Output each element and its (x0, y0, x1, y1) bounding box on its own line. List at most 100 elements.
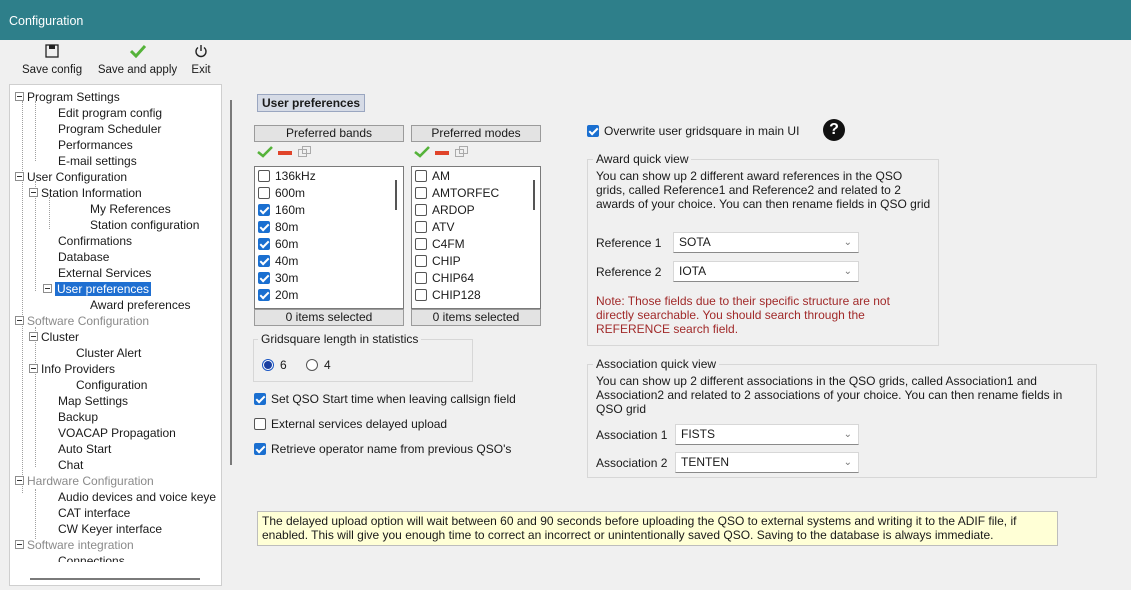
checkbox[interactable] (415, 186, 427, 199)
tree-item-connections[interactable]: Connections (58, 553, 125, 562)
checkbox[interactable] (587, 124, 599, 137)
band-item[interactable]: 40m (258, 253, 298, 269)
tree-item-cat-interface[interactable]: CAT interface (58, 505, 130, 521)
association-2-select[interactable]: TENTEN ⌄ (675, 452, 859, 473)
association-group-label: Association quick view (593, 357, 720, 371)
overwrite-grid-checkbox[interactable]: Overwrite user gridsquare in main UI (587, 123, 799, 139)
tree-item-software-integration[interactable]: Software integration (15, 537, 134, 553)
checkbox[interactable] (258, 186, 270, 199)
chevron-down-icon: ⌄ (843, 457, 852, 468)
floppy-icon (22, 44, 82, 64)
checkbox[interactable] (258, 288, 270, 301)
save-config-button[interactable]: Save config (22, 44, 82, 80)
tree-horizontal-scrollbar[interactable] (30, 578, 200, 580)
settings-tree[interactable]: Program Settings Edit program config Pro… (9, 84, 222, 586)
tree-item-hardware-configuration[interactable]: Hardware Configuration (15, 473, 154, 489)
collapse-icon (15, 316, 24, 326)
deselect-all-icon[interactable] (435, 151, 449, 155)
external-delayed-checkbox[interactable]: External services delayed upload (254, 416, 447, 432)
checkbox[interactable] (258, 169, 270, 182)
band-item[interactable]: 160m (258, 202, 305, 218)
tree-item-voacap-propagation[interactable]: VOACAP Propagation (58, 425, 176, 441)
band-item[interactable]: 60m (258, 236, 298, 252)
radio-button[interactable] (306, 358, 318, 371)
tree-item-edit-program-config[interactable]: Edit program config (58, 105, 162, 121)
checkbox[interactable] (415, 288, 427, 301)
mode-item[interactable]: CHIP64 (415, 270, 474, 286)
set-qso-start-checkbox[interactable]: Set QSO Start time when leaving callsign… (254, 391, 516, 407)
mode-item[interactable]: CHIP (415, 253, 461, 269)
checkbox[interactable] (415, 169, 427, 182)
tree-item-audio-devices[interactable]: Audio devices and voice keye (58, 489, 216, 505)
bands-scrollbar[interactable] (395, 180, 397, 210)
tree-item-configuration[interactable]: Configuration (76, 377, 147, 393)
tree-item-my-references[interactable]: My References (90, 201, 171, 217)
gridsquare-option-6[interactable]: 6 (262, 357, 287, 373)
radio-button[interactable] (262, 358, 274, 371)
tree-item-database[interactable]: Database (58, 249, 109, 265)
bands-list[interactable]: 136kHz 600m 160m 80m 60m 40m 30m 20m (254, 166, 404, 309)
tree-item-user-preferences[interactable]: User preferences (43, 281, 152, 297)
checkbox[interactable] (258, 237, 270, 250)
checkbox[interactable] (258, 254, 270, 267)
association-1-select[interactable]: FISTS ⌄ (675, 424, 859, 445)
tree-item-program-scheduler[interactable]: Program Scheduler (58, 121, 161, 137)
checkbox[interactable] (415, 220, 427, 233)
checkbox[interactable] (415, 254, 427, 267)
band-item[interactable]: 20m (258, 287, 298, 303)
mode-item[interactable]: CHIP128 (415, 287, 481, 303)
mode-item[interactable]: AM (415, 168, 450, 184)
collapse-icon (29, 188, 38, 198)
checkbox[interactable] (254, 417, 266, 430)
gridsquare-option-4[interactable]: 4 (306, 357, 331, 373)
help-icon[interactable]: ? (823, 119, 845, 141)
reference-2-select[interactable]: IOTA ⌄ (673, 261, 859, 282)
tree-vertical-scrollbar[interactable] (230, 100, 232, 465)
checkbox[interactable] (258, 203, 270, 216)
mode-item[interactable]: ATV (415, 219, 454, 235)
checkbox[interactable] (415, 237, 427, 250)
select-all-icon[interactable] (414, 146, 430, 161)
checkbox[interactable] (254, 392, 266, 405)
tree-item-email-settings[interactable]: E-mail settings (58, 153, 137, 169)
tree-item-performances[interactable]: Performances (58, 137, 133, 153)
modes-list[interactable]: AM AMTORFEC ARDOP ATV C4FM CHIP CHIP64 C… (411, 166, 541, 309)
tree-item-user-configuration[interactable]: User Configuration (15, 169, 127, 185)
tree-item-map-settings[interactable]: Map Settings (58, 393, 128, 409)
tree-item-external-services[interactable]: External Services (58, 265, 151, 281)
tree-item-auto-start[interactable]: Auto Start (58, 441, 111, 457)
band-item[interactable]: 136kHz (258, 168, 316, 184)
mode-item[interactable]: ARDOP (415, 202, 475, 218)
modes-scrollbar[interactable] (533, 180, 535, 210)
tree-item-program-settings[interactable]: Program Settings (15, 89, 120, 105)
tree-item-cw-keyer-interface[interactable]: CW Keyer interface (58, 521, 162, 537)
tree-item-confirmations[interactable]: Confirmations (58, 233, 132, 249)
select-all-icon[interactable] (257, 146, 273, 161)
band-item[interactable]: 600m (258, 185, 305, 201)
band-item[interactable]: 30m (258, 270, 298, 286)
reference-1-select[interactable]: SOTA ⌄ (673, 232, 859, 253)
tree-item-cluster[interactable]: Cluster (29, 329, 79, 345)
checkbox[interactable] (415, 203, 427, 216)
exit-button[interactable]: Exit (186, 44, 216, 80)
tree-item-station-information[interactable]: Station Information (29, 185, 142, 201)
tree-item-chat[interactable]: Chat (58, 457, 83, 473)
retrieve-name-checkbox[interactable]: Retrieve operator name from previous QSO… (254, 441, 511, 457)
checkbox[interactable] (254, 442, 266, 455)
tree-item-award-preferences[interactable]: Award preferences (90, 297, 191, 313)
window-icon[interactable] (298, 146, 311, 160)
deselect-all-icon[interactable] (278, 151, 292, 155)
tree-item-software-configuration[interactable]: Software Configuration (15, 313, 149, 329)
mode-item[interactable]: C4FM (415, 236, 465, 252)
band-item[interactable]: 80m (258, 219, 298, 235)
tree-item-station-configuration[interactable]: Station configuration (90, 217, 199, 233)
checkbox[interactable] (258, 271, 270, 284)
tree-item-backup[interactable]: Backup (58, 409, 98, 425)
window-icon[interactable] (455, 146, 468, 160)
mode-item[interactable]: AMTORFEC (415, 185, 499, 201)
save-and-apply-button[interactable]: Save and apply (95, 44, 180, 80)
tree-item-cluster-alert[interactable]: Cluster Alert (76, 345, 141, 361)
tree-item-info-providers[interactable]: Info Providers (29, 361, 115, 377)
checkbox[interactable] (258, 220, 270, 233)
checkbox[interactable] (415, 271, 427, 284)
